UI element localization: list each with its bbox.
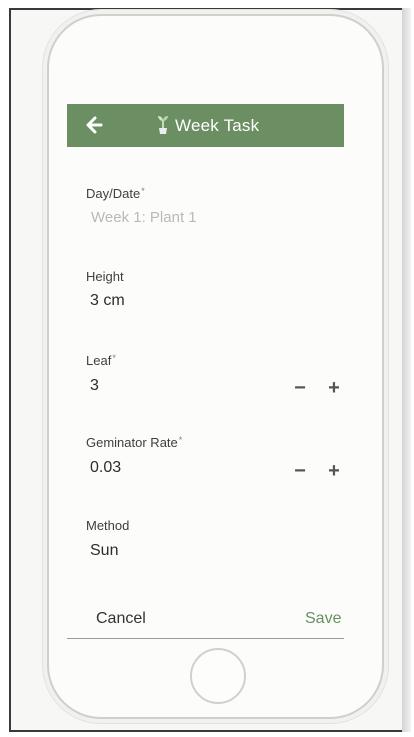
arrow-left-icon[interactable] (83, 113, 105, 137)
day-date-label-text: Day/Date (86, 186, 141, 201)
germinator-rate-label: Geminator Rate* (86, 435, 182, 450)
germinator-rate-decrement-button[interactable]: − (292, 461, 308, 481)
leaf-label-text: Leaf (86, 353, 112, 368)
page-title: Week Task (175, 116, 260, 135)
height-label-text: Height (86, 269, 124, 284)
required-mark: * (178, 435, 183, 445)
app-bar: Week Task (67, 104, 344, 147)
day-date-field[interactable]: Week 1: Plant 1 (91, 209, 197, 226)
cancel-button[interactable]: Cancel (96, 610, 146, 628)
save-button[interactable]: Save (305, 610, 341, 628)
method-field[interactable]: Sun (90, 542, 118, 560)
germinator-rate-field[interactable]: 0.03 (90, 459, 121, 477)
required-mark: * (141, 186, 145, 196)
leaf-increment-button[interactable]: + (326, 378, 342, 398)
leaf-decrement-button[interactable]: − (292, 378, 308, 398)
actions-divider (67, 638, 344, 639)
phone-home-button (190, 648, 246, 704)
method-label-text: Method (86, 518, 130, 533)
method-label: Method (86, 518, 129, 533)
plant-icon (158, 116, 168, 134)
germinator-rate-increment-button[interactable]: + (326, 461, 342, 481)
leaf-label: Leaf* (86, 353, 116, 368)
frame-shadow (402, 8, 411, 732)
germinator-rate-label-text: Geminator Rate (86, 435, 178, 450)
day-date-label: Day/Date* (86, 186, 145, 201)
required-mark: * (112, 353, 116, 363)
height-field[interactable]: 3 cm (90, 292, 125, 310)
leaf-field[interactable]: 3 (90, 377, 99, 395)
height-label: Height (86, 269, 124, 284)
